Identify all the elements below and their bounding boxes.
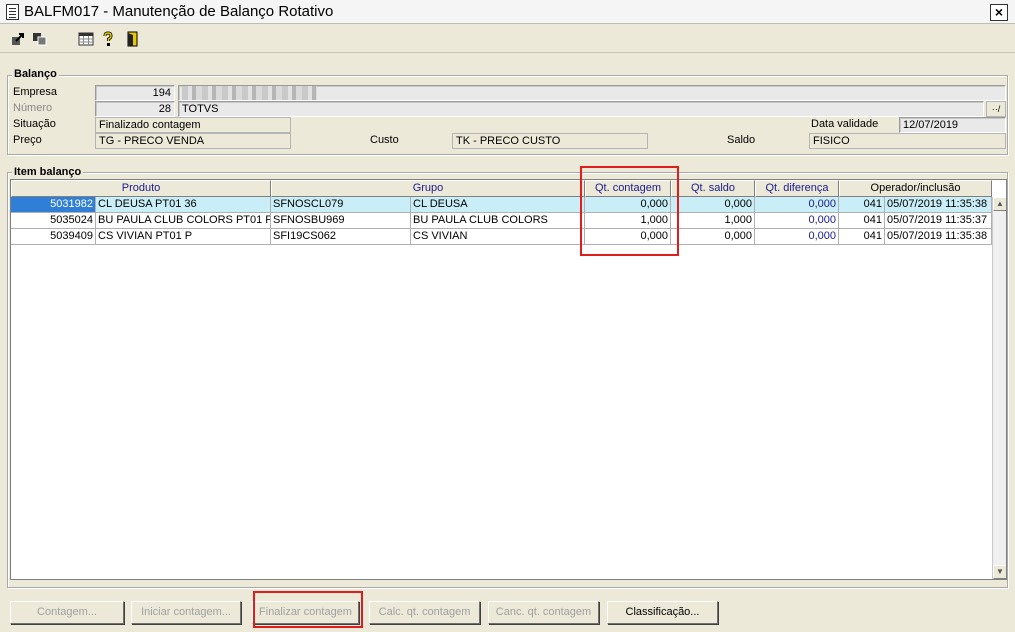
data-validade-label: Data validade bbox=[811, 118, 879, 130]
inclusao-cell[interactable]: 05/07/2019 11:35:38 bbox=[885, 229, 992, 245]
table-row[interactable]: 5031982 CL DEUSA PT01 36 SFNOSCL079 CL D… bbox=[11, 197, 993, 213]
operador-cell[interactable]: 041 bbox=[839, 197, 885, 213]
column-header-produto[interactable]: Produto bbox=[11, 180, 271, 197]
produto-cell[interactable]: CS VIVIAN PT01 P bbox=[96, 229, 271, 245]
preco-label: Preço bbox=[13, 134, 42, 146]
qt-diferenca-cell[interactable]: 0,000 bbox=[755, 197, 839, 213]
data-validade-field[interactable]: 12/07/2019 bbox=[899, 117, 1006, 133]
grupo-codigo-cell[interactable]: SFI19CS062 bbox=[271, 229, 411, 245]
table-row[interactable]: 5039409 CS VIVIAN PT01 P SFI19CS062 CS V… bbox=[11, 229, 993, 245]
item-balanco-group-label: Item balanço bbox=[12, 166, 84, 178]
inclusao-cell[interactable]: 05/07/2019 11:35:37 bbox=[885, 213, 992, 229]
table-row[interactable]: 5035024 BU PAULA CLUB COLORS PT01 P SFNO… bbox=[11, 213, 993, 229]
saldo-label: Saldo bbox=[727, 134, 756, 146]
canc-qt-contagem-button[interactable]: Canc. qt. contagem bbox=[488, 601, 599, 624]
empresa-name-field[interactable] bbox=[178, 85, 1006, 101]
copy-icon[interactable] bbox=[32, 31, 48, 47]
document-icon bbox=[6, 4, 19, 20]
export-icon[interactable] bbox=[10, 31, 26, 47]
scroll-up-icon[interactable]: ▲ bbox=[993, 197, 1006, 211]
produto-cell[interactable]: CL DEUSA PT01 36 bbox=[96, 197, 271, 213]
grupo-cell[interactable]: CL DEUSA bbox=[411, 197, 585, 213]
window-title: BALFM017 - Manutenção de Balanço Rotativ… bbox=[24, 3, 334, 20]
balanco-group-label: Balanço bbox=[12, 68, 59, 80]
empresa-label: Empresa bbox=[13, 86, 58, 98]
numero-desc-field: TOTVS bbox=[178, 101, 984, 117]
qt-diferenca-cell[interactable]: 0,000 bbox=[755, 213, 839, 229]
codigo-cell[interactable]: 5035024 bbox=[11, 213, 96, 229]
preco-field: TG - PRECO VENDA bbox=[95, 133, 291, 149]
redacted-text bbox=[182, 86, 317, 100]
column-header-qt-saldo[interactable]: Qt. saldo bbox=[671, 180, 755, 197]
title-bar: BALFM017 - Manutenção de Balanço Rotativ… bbox=[0, 0, 1015, 24]
column-header-grupo[interactable]: Grupo bbox=[271, 180, 585, 197]
toolbar bbox=[0, 25, 1015, 53]
situacao-label: Situação bbox=[13, 118, 56, 130]
help-icon[interactable] bbox=[100, 31, 116, 47]
empresa-code-field[interactable]: 194 bbox=[95, 85, 175, 101]
operador-cell[interactable]: 041 bbox=[839, 213, 885, 229]
grid-icon[interactable] bbox=[78, 31, 94, 47]
situacao-field: Finalizado contagem bbox=[95, 117, 291, 133]
lookup-button[interactable]: ··/ bbox=[986, 101, 1006, 117]
column-header-operador-inclusao[interactable]: Operador/inclusão bbox=[839, 180, 992, 197]
vertical-scrollbar[interactable]: ▲ ▼ bbox=[992, 197, 1006, 579]
produto-cell[interactable]: BU PAULA CLUB COLORS PT01 P bbox=[96, 213, 271, 229]
qt-contagem-highlight bbox=[580, 166, 679, 256]
contagem-button[interactable]: Contagem... bbox=[10, 601, 124, 624]
grupo-codigo-cell[interactable]: SFNOSBU969 bbox=[271, 213, 411, 229]
grupo-cell[interactable]: BU PAULA CLUB COLORS bbox=[411, 213, 585, 229]
qt-saldo-cell[interactable]: 0,000 bbox=[671, 229, 755, 245]
numero-label: Número bbox=[13, 102, 53, 114]
inclusao-cell[interactable]: 05/07/2019 11:35:38 bbox=[885, 197, 992, 213]
items-grid[interactable]: Produto Grupo Qt. contagem Qt. saldo Qt.… bbox=[10, 179, 1007, 580]
operador-cell[interactable]: 041 bbox=[839, 229, 885, 245]
grupo-codigo-cell[interactable]: SFNOSCL079 bbox=[271, 197, 411, 213]
scroll-down-icon[interactable]: ▼ bbox=[993, 565, 1006, 579]
saldo-field: FISICO bbox=[809, 133, 1006, 149]
exit-icon[interactable] bbox=[124, 31, 140, 47]
column-header-qt-diferenca[interactable]: Qt. diferença bbox=[755, 180, 839, 197]
qt-diferenca-cell[interactable]: 0,000 bbox=[755, 229, 839, 245]
qt-saldo-cell[interactable]: 0,000 bbox=[671, 197, 755, 213]
close-button[interactable]: × bbox=[990, 4, 1008, 21]
classificacao-button[interactable]: Classificação... bbox=[607, 601, 718, 624]
custo-field: TK - PRECO CUSTO bbox=[452, 133, 648, 149]
custo-label: Custo bbox=[370, 134, 399, 146]
finalizar-highlight bbox=[253, 591, 363, 628]
calc-qt-contagem-button[interactable]: Calc. qt. contagem bbox=[369, 601, 480, 624]
numero-field[interactable]: 28 bbox=[95, 101, 175, 117]
grupo-cell[interactable]: CS VIVIAN bbox=[411, 229, 585, 245]
iniciar-contagem-button[interactable]: Iniciar contagem... bbox=[131, 601, 241, 624]
qt-saldo-cell[interactable]: 1,000 bbox=[671, 213, 755, 229]
codigo-cell[interactable]: 5039409 bbox=[11, 229, 96, 245]
codigo-cell[interactable]: 5031982 bbox=[11, 197, 96, 213]
